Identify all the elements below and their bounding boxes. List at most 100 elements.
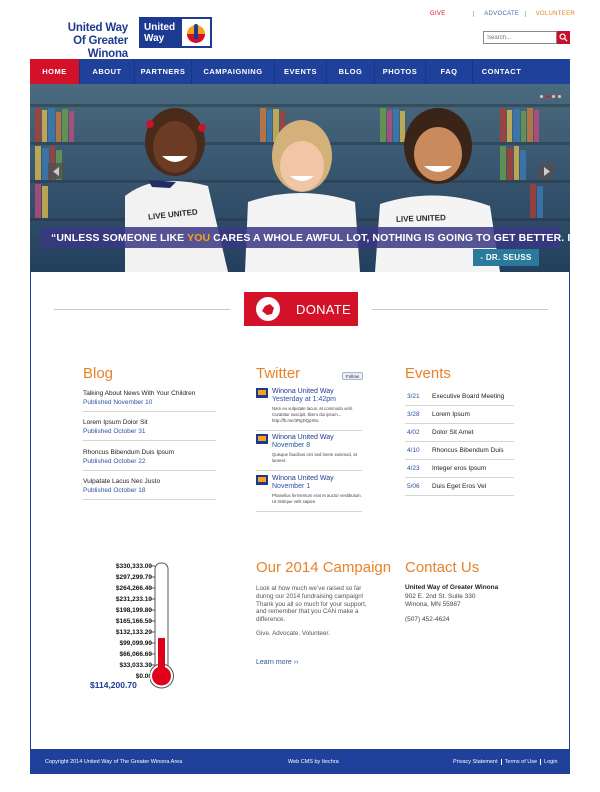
blog-title: Blog bbox=[83, 365, 114, 382]
quote-attribution: - DR. SEUSS bbox=[473, 249, 539, 266]
logo-badge-words: United Way bbox=[141, 19, 182, 46]
event-row[interactable]: 3/21 Executive Board Meeting bbox=[405, 388, 514, 406]
footer: Copyright 2014 United Way of The Greater… bbox=[30, 749, 570, 774]
event-name[interactable]: Integer eros Ipsum bbox=[432, 465, 486, 472]
thermometer-ticks bbox=[150, 565, 155, 677]
advocate-link[interactable]: ADVOCATE bbox=[473, 11, 524, 17]
search-button[interactable] bbox=[557, 31, 570, 44]
blog-post[interactable]: Vulpatate Lacus Nec Justo Published Octo… bbox=[83, 477, 216, 500]
search-icon bbox=[559, 33, 568, 42]
hero-slideshow: LIVE UNITED LIVE UNITED “UNLESS SOMEONE … bbox=[30, 84, 570, 272]
slide-dot[interactable] bbox=[539, 94, 544, 99]
event-row[interactable]: 5/06 Duis Eget Eros Vel bbox=[405, 478, 514, 496]
tweet-avatar[interactable] bbox=[256, 388, 268, 398]
blog-post[interactable]: Talking About News With Your Children Pu… bbox=[83, 389, 216, 412]
slide-dot-active[interactable] bbox=[545, 94, 550, 99]
tweet-divider bbox=[256, 511, 362, 512]
event-row[interactable]: 4/02 Dolor Sit Amet bbox=[405, 424, 514, 442]
thermometer-scale-label: $99,099.90 bbox=[119, 640, 152, 647]
tweet-divider bbox=[256, 470, 362, 471]
united-way-logo[interactable]: United Way bbox=[139, 17, 212, 48]
event-row[interactable]: 4/23 Integer eros Ipsum bbox=[405, 460, 514, 478]
event-name[interactable]: Duis Eget Eros Vel bbox=[432, 483, 486, 490]
blog-post-title[interactable]: Lorem Ipsum Dolor Sit bbox=[83, 418, 216, 427]
slide-indicators bbox=[539, 94, 562, 99]
main-nav: HOME ABOUT PARTNERS CAMPAIGNING EVENTS B… bbox=[30, 59, 570, 84]
blog-post-title[interactable]: Vulpatate Lacus Nec Justo bbox=[83, 477, 216, 486]
nav-contact[interactable]: CONTACT bbox=[473, 59, 530, 84]
contact-title: Contact Us bbox=[405, 559, 480, 576]
tweet-avatar[interactable] bbox=[256, 475, 268, 485]
tweet-text: Nam eu vulputate lacus, at commodo velit… bbox=[272, 406, 353, 423]
event-date: 3/21 bbox=[407, 393, 420, 400]
blog-post[interactable]: Rhoncus Bibendum Duis Ipsum Published Oc… bbox=[83, 448, 216, 471]
chevron-right-icon bbox=[543, 166, 550, 176]
give-link[interactable]: GIVE bbox=[430, 11, 473, 17]
blog-post[interactable]: Lorem Ipsum Dolor Sit Published October … bbox=[83, 418, 216, 441]
event-row[interactable]: 3/28 Lorem Ipsum bbox=[405, 406, 514, 424]
divider-left bbox=[54, 309, 230, 310]
tweet-time[interactable]: Yesterday at 1:42pm bbox=[272, 396, 336, 403]
nav-about[interactable]: ABOUT bbox=[80, 59, 135, 84]
event-name[interactable]: Dolor Sit Amet bbox=[432, 429, 474, 436]
nav-events[interactable]: EVENTS bbox=[275, 59, 327, 84]
volunteer-link[interactable]: VOLUNTEER bbox=[524, 11, 575, 17]
tweet: Winona United Way November 8 Quisque fau… bbox=[256, 434, 362, 470]
contact-phone[interactable]: (507) 452-4624 bbox=[405, 616, 449, 623]
nav-campaigning[interactable]: CAMPAIGNING bbox=[192, 59, 275, 84]
twitter-follow-button[interactable]: Follow bbox=[342, 372, 363, 380]
tweet-author[interactable]: Winona United Way bbox=[272, 475, 334, 482]
blog-post-title[interactable]: Talking About News With Your Children bbox=[83, 389, 216, 398]
donate-button[interactable]: DONATE bbox=[244, 292, 358, 326]
fundraising-thermometer bbox=[150, 562, 174, 689]
tweet-time[interactable]: November 1 bbox=[272, 483, 310, 490]
quote-highlight: YOU bbox=[187, 232, 211, 244]
tweet-time[interactable]: November 8 bbox=[272, 442, 310, 449]
thermometer-scale-label: $198,199.80 bbox=[115, 607, 152, 614]
learn-more-link[interactable]: Learn more ›› bbox=[256, 659, 298, 666]
tweet: Winona United Way November 1 Phasellus f… bbox=[256, 475, 362, 511]
tweet-author[interactable]: Winona United Way bbox=[272, 434, 334, 441]
footer-cms-credit[interactable]: Web CMS by Itechra bbox=[288, 759, 339, 765]
next-slide-button[interactable] bbox=[538, 163, 554, 179]
logo-line-1: United Way bbox=[67, 22, 128, 34]
event-date: 4/10 bbox=[407, 447, 420, 454]
tweet-text: Quisque faucibus orci sed lorem euismod,… bbox=[272, 452, 357, 463]
login-link[interactable]: Login bbox=[540, 759, 560, 765]
event-row[interactable]: 4/10 Rhoncus Bibendum Duis bbox=[405, 442, 514, 460]
badge-line-2: Way bbox=[144, 33, 165, 44]
event-name[interactable]: Rhoncus Bibendum Duis bbox=[432, 447, 504, 454]
event-name[interactable]: Executive Board Meeting bbox=[432, 393, 504, 400]
thermometer-bulb bbox=[152, 666, 171, 686]
contact-address-line-2: Winona, MN 55987 bbox=[405, 601, 461, 608]
nav-photos[interactable]: PHOTOS bbox=[375, 59, 426, 84]
badge-line-1: United bbox=[144, 22, 176, 33]
nav-partners[interactable]: PARTNERS bbox=[135, 59, 192, 84]
nav-blog[interactable]: BLOG bbox=[327, 59, 375, 84]
nav-home[interactable]: HOME bbox=[30, 59, 80, 84]
event-name[interactable]: Lorem Ipsum bbox=[432, 411, 470, 418]
hero-quote: “UNLESS SOMEONE LIKE YOU CARES A WHOLE A… bbox=[51, 232, 570, 244]
event-date: 3/28 bbox=[407, 411, 420, 418]
tweet-author[interactable]: Winona United Way bbox=[272, 388, 334, 395]
footer-links: Privacy Statement Terms of Use Login bbox=[450, 759, 561, 765]
logo-text[interactable]: United Way Of Greater Winona bbox=[30, 22, 128, 61]
terms-of-use-link[interactable]: Terms of Use bbox=[500, 759, 540, 765]
thermometer-scale-label: $231,233.10 bbox=[115, 596, 152, 603]
quote-start: “UNLESS SOMEONE LIKE bbox=[51, 232, 188, 244]
tweet-divider bbox=[256, 430, 362, 431]
logo-line-2: Of Greater Winona bbox=[73, 35, 128, 60]
privacy-statement-link[interactable]: Privacy Statement bbox=[450, 759, 501, 765]
prev-slide-button[interactable] bbox=[48, 163, 64, 179]
blog-post-title[interactable]: Rhoncus Bibendum Duis Ipsum bbox=[83, 448, 216, 457]
event-date: 5/06 bbox=[407, 483, 420, 490]
divider-right bbox=[372, 309, 548, 310]
event-date: 4/02 bbox=[407, 429, 420, 436]
campaign-description: Look at how much we’ve raised so far dur… bbox=[256, 585, 367, 624]
search-input[interactable] bbox=[483, 31, 557, 44]
slide-dot[interactable] bbox=[551, 94, 556, 99]
donate-label: DONATE bbox=[296, 301, 352, 317]
slide-dot[interactable] bbox=[557, 94, 562, 99]
tweet-avatar[interactable] bbox=[256, 434, 268, 444]
nav-faq[interactable]: FAQ bbox=[426, 59, 473, 84]
